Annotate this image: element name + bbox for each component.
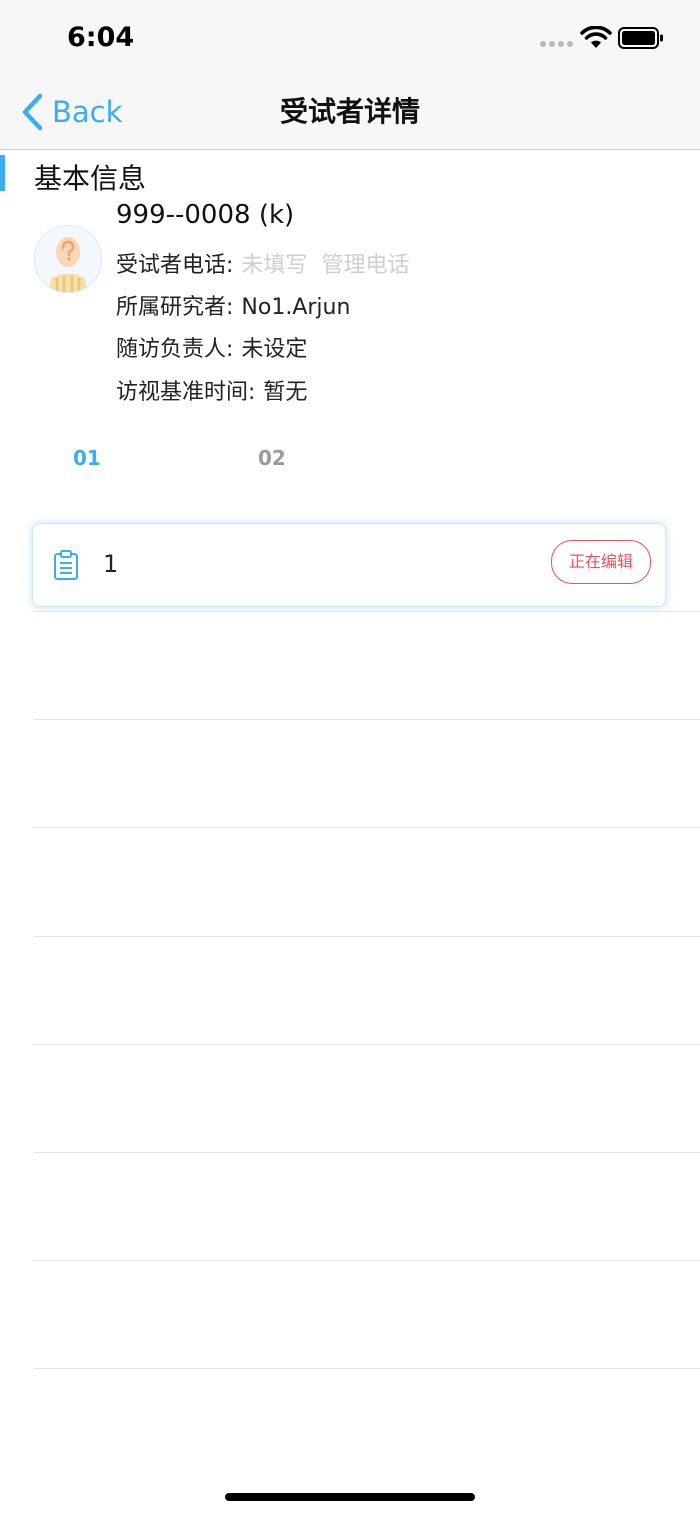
- list-divider: [34, 1044, 700, 1045]
- list-divider: [34, 1368, 700, 1369]
- chevron-left-icon: [22, 93, 43, 131]
- signal-dots-icon: [540, 41, 574, 47]
- status-badge: 正在编辑: [551, 540, 651, 584]
- navigation-bar: 受试者详情 Back: [0, 78, 700, 150]
- home-indicator[interactable]: [225, 1493, 475, 1501]
- visit-base-value: 暂无: [263, 380, 308, 405]
- tab-01[interactable]: 01: [73, 446, 101, 470]
- researcher-value: No1.Arjun: [241, 295, 351, 320]
- person-placeholder-icon: [49, 237, 87, 292]
- status-bar: 6:04: [0, 0, 700, 78]
- list-divider: [34, 611, 700, 612]
- form-card[interactable]: 1 正在编辑: [32, 523, 666, 607]
- phone-row: 受试者电话: 未填写 管理电话: [116, 247, 409, 279]
- section-title: 基本信息: [34, 162, 147, 195]
- list-divider: [34, 719, 700, 720]
- form-name: 1: [103, 550, 119, 578]
- phone-value: 未填写: [241, 253, 308, 278]
- tab-02[interactable]: 02: [258, 446, 286, 470]
- manage-phone-link[interactable]: 管理电话: [321, 253, 409, 278]
- clipboard-icon: [54, 550, 78, 580]
- researcher-label: 所属研究者:: [116, 295, 234, 320]
- back-button[interactable]: Back: [20, 92, 122, 132]
- visit-base-row: 访视基准时间: 暂无: [116, 374, 307, 406]
- list-divider: [34, 1152, 700, 1153]
- wifi-icon: [580, 26, 612, 48]
- followup-label: 随访负责人:: [116, 337, 234, 362]
- status-time: 6:04: [67, 22, 135, 53]
- followup-row: 随访负责人: 未设定: [116, 331, 307, 363]
- visit-base-label: 访视基准时间:: [116, 380, 256, 405]
- list-divider: [34, 827, 700, 828]
- avatar: [34, 225, 102, 293]
- battery-icon: [618, 27, 663, 49]
- list-divider: [34, 1260, 700, 1261]
- followup-value: 未设定: [241, 337, 308, 362]
- back-label: Back: [52, 95, 123, 129]
- list-divider: [34, 936, 700, 937]
- phone-label: 受试者电话:: [116, 253, 234, 278]
- subject-id: 999--0008 (k): [116, 200, 295, 230]
- section-marker: [0, 155, 5, 191]
- researcher-row: 所属研究者: No1.Arjun: [116, 289, 350, 321]
